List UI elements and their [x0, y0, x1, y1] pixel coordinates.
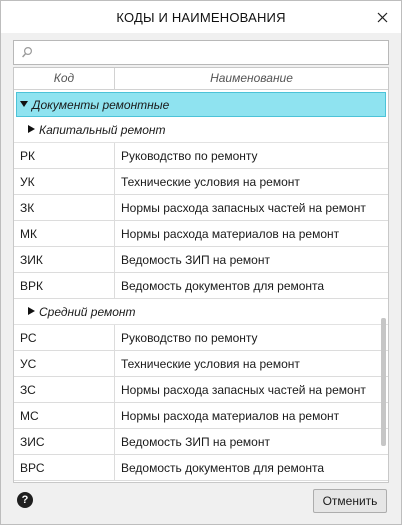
table-row[interactable]: ЗК Нормы расхода запасных частей на ремо… [14, 195, 388, 221]
table-header: Код Наименование [14, 68, 388, 90]
code-cell: ЗС [14, 377, 115, 402]
column-header-code[interactable]: Код [14, 68, 115, 89]
table-row[interactable]: РС Руководство по ремонту [14, 325, 388, 351]
code-cell: ЗК [14, 195, 115, 220]
table-row[interactable]: ЗИС Ведомость ЗИП на ремонт [14, 429, 388, 455]
help-button[interactable]: ? [17, 492, 33, 508]
table-row[interactable]: УС Технические условия на ремонт [14, 351, 388, 377]
name-cell: Руководство по ремонту [121, 331, 258, 345]
search-input[interactable] [38, 41, 384, 64]
code-cell: УС [14, 351, 115, 376]
search-box [13, 40, 389, 65]
dialog-title: КОДЫ И НАИМЕНОВАНИЯ [116, 10, 286, 25]
name-cell: Ведомость документов для ремонта [121, 279, 325, 293]
table-row[interactable]: ЗС Нормы расхода запасных частей на ремо… [14, 377, 388, 403]
code-cell: УК [14, 169, 115, 194]
code-cell: РК [14, 143, 115, 168]
close-icon [377, 12, 387, 22]
table-row[interactable]: ВРК Ведомость документов для ремонта [14, 273, 388, 299]
name-cell: Ведомость документов для ремонта [121, 461, 325, 475]
subgroup-label: Капитальный ремонт [39, 123, 166, 137]
subgroup-row-capital-repair[interactable]: Капитальный ремонт [14, 117, 388, 143]
name-cell: Руководство по ремонту [121, 149, 258, 163]
code-cell: МС [14, 403, 115, 428]
table-row[interactable]: МС Нормы расхода материалов на ремонт [14, 403, 388, 429]
close-button[interactable] [372, 7, 392, 27]
name-cell: Ведомость ЗИП на ремонт [121, 253, 270, 267]
code-cell: РС [14, 325, 115, 350]
table-row[interactable]: МК Нормы расхода материалов на ремонт [14, 221, 388, 247]
subgroup-label: Средний ремонт [39, 305, 136, 319]
group-row-repair-documents[interactable]: Документы ремонтные [16, 92, 386, 117]
table-row[interactable]: УК Технические условия на ремонт [14, 169, 388, 195]
code-cell: ВРС [14, 455, 115, 480]
name-cell: Ведомость ЗИП на ремонт [121, 435, 270, 449]
expanded-triangle-icon[interactable] [20, 100, 28, 108]
name-cell: Нормы расхода материалов на ремонт [121, 227, 340, 241]
table-row[interactable]: РК Руководство по ремонту [14, 143, 388, 169]
name-cell: Нормы расхода материалов на ремонт [121, 409, 340, 423]
table-row[interactable]: ВРС Ведомость документов для ремонта [14, 455, 388, 481]
name-cell: Нормы расхода запасных частей на ремонт [121, 383, 366, 397]
collapsed-triangle-icon[interactable] [28, 307, 35, 315]
subgroup-row-medium-repair[interactable]: Средний ремонт [14, 299, 388, 325]
search-icon [22, 46, 33, 58]
table-body: Документы ремонтные Капитальный ремонт Р… [14, 90, 388, 481]
code-cell: ЗИК [14, 247, 115, 272]
name-cell: Технические условия на ремонт [121, 357, 300, 371]
cancel-button[interactable]: Отменить [313, 489, 387, 513]
collapsed-triangle-icon[interactable] [28, 125, 35, 133]
table-row[interactable]: ЗИК Ведомость ЗИП на ремонт [14, 247, 388, 273]
vertical-scrollbar[interactable] [381, 318, 386, 446]
title-bar: КОДЫ И НАИМЕНОВАНИЯ [1, 1, 401, 33]
dialog-window: КОДЫ И НАИМЕНОВАНИЯ Код Наименование Док… [0, 0, 402, 525]
code-cell: ЗИС [14, 429, 115, 454]
name-cell: Нормы расхода запасных частей на ремонт [121, 201, 366, 215]
group-label: Документы ремонтные [32, 98, 170, 112]
name-cell: Технические условия на ремонт [121, 175, 300, 189]
code-cell: ВРК [14, 273, 115, 298]
column-header-name[interactable]: Наименование [115, 68, 388, 89]
codes-table: Код Наименование Документы ремонтные Кап… [13, 67, 389, 483]
code-cell: МК [14, 221, 115, 246]
